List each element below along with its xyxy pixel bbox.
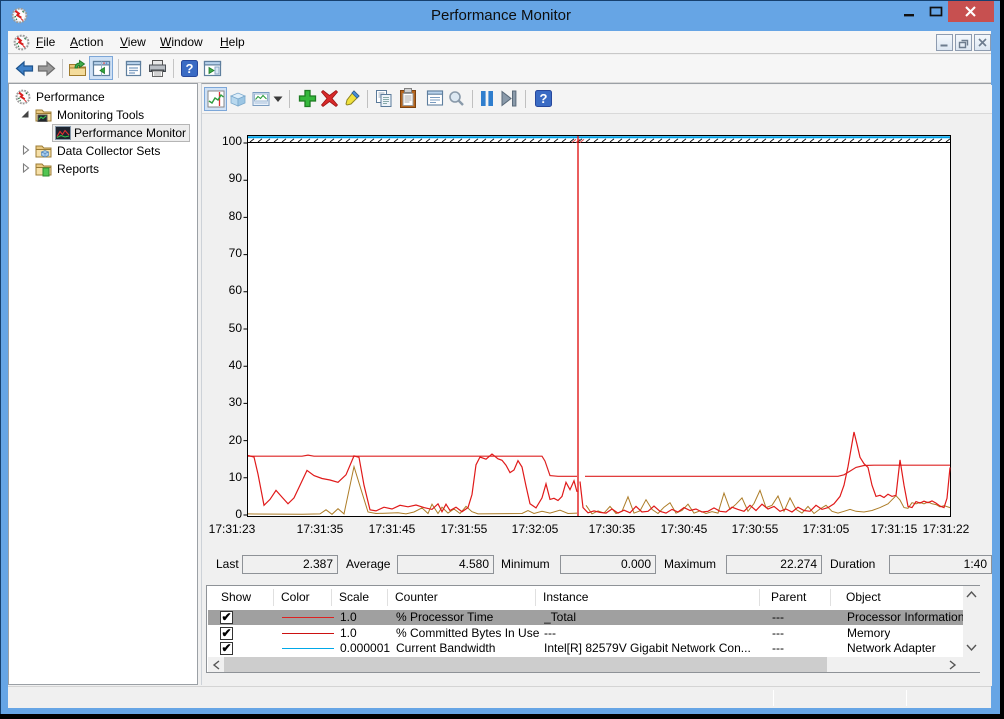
svg-text:?: ?: [540, 91, 548, 106]
svg-text:?: ?: [186, 61, 194, 76]
